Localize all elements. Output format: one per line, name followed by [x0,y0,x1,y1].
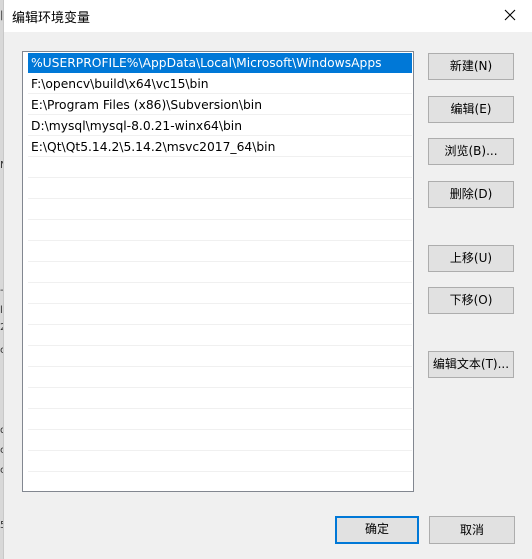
title-bar: 编辑环境变量 [4,0,532,32]
new-button[interactable]: 新建(N) [428,53,514,80]
empty-list-row[interactable] [28,410,412,430]
delete-button[interactable]: 删除(D) [428,181,514,208]
empty-list-row[interactable] [28,326,412,346]
empty-list-row[interactable] [28,242,412,262]
dialog-title: 编辑环境变量 [12,11,91,26]
empty-list-row[interactable] [28,200,412,220]
browse-button[interactable]: 浏览(B)... [428,138,514,165]
edit-text-button[interactable]: 编辑文本(T)... [428,351,514,378]
edit-button[interactable]: 编辑(E) [428,96,514,123]
empty-list-row[interactable] [28,263,412,283]
close-button[interactable] [488,0,532,30]
empty-list-row[interactable] [28,473,412,491]
list-item[interactable]: E:\Program Files (x86)\Subversion\bin [28,95,412,115]
path-list[interactable]: %USERPROFILE%\AppData\Local\Microsoft\Wi… [22,51,414,492]
list-item[interactable]: E:\Qt\Qt5.14.2\5.14.2\msvc2017_64\bin [28,137,412,157]
empty-list-row[interactable] [28,221,412,241]
move-up-button[interactable]: 上移(U) [428,245,514,272]
list-item[interactable]: D:\mysql\mysql-8.0.21-winx64\bin [28,116,412,136]
empty-list-row[interactable] [28,284,412,304]
ok-button[interactable]: 确定 [335,516,419,544]
empty-list-row[interactable] [28,305,412,325]
empty-list-row[interactable] [28,347,412,367]
empty-list-row[interactable] [28,389,412,409]
close-icon [504,9,516,21]
list-item[interactable]: %USERPROFILE%\AppData\Local\Microsoft\Wi… [28,53,412,73]
move-down-button[interactable]: 下移(O) [428,287,514,314]
list-item[interactable]: F:\opencv\build\x64\vc15\bin [28,74,412,94]
empty-list-row[interactable] [28,179,412,199]
empty-list-row[interactable] [28,158,412,178]
edit-environment-variable-dialog: 编辑环境变量 %USERPROFILE%\AppData\Local\Micro… [3,0,532,559]
empty-list-row[interactable] [28,368,412,388]
empty-list-row[interactable] [28,452,412,472]
cancel-button[interactable]: 取消 [429,516,515,544]
empty-list-row[interactable] [28,431,412,451]
